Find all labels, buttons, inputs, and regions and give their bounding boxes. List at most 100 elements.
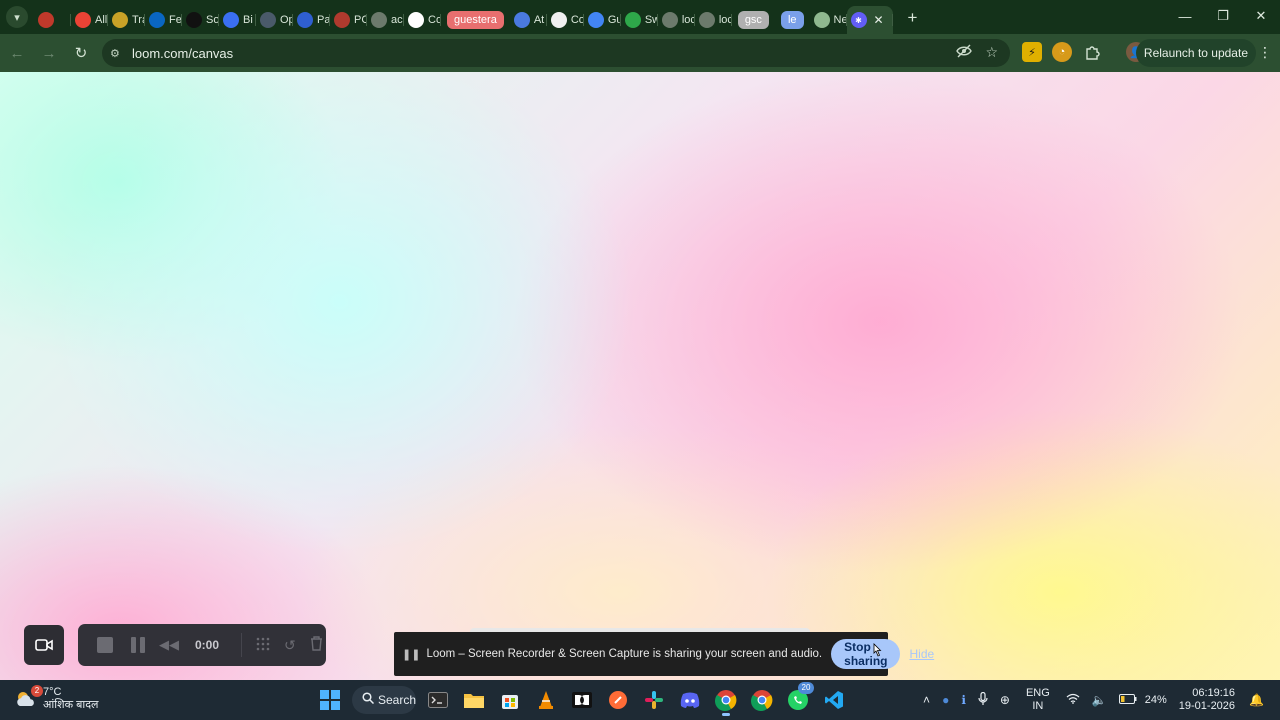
minimize-button[interactable]: — — [1166, 0, 1204, 32]
close-window-button[interactable]: ✕ — [1242, 0, 1280, 32]
tab-title: At — [533, 14, 545, 26]
network-globe-icon[interactable]: ⊕ — [1000, 693, 1010, 707]
tab-group-chip[interactable]: gsc — [737, 11, 769, 29]
video-camera-icon — [35, 639, 53, 651]
w-logo-icon — [408, 12, 424, 28]
pause-recording-button[interactable] — [131, 637, 145, 653]
battery-icon[interactable] — [1118, 693, 1137, 707]
browser-tab[interactable]: Sw — [621, 6, 658, 34]
notification-badge: 2 — [31, 685, 43, 697]
restart-icon[interactable]: ↺ — [284, 637, 296, 654]
postman-icon — [609, 691, 627, 709]
rewind-icon[interactable]: ◀◀ — [159, 637, 179, 653]
drawing-grid-icon[interactable] — [256, 637, 270, 654]
vlc-app[interactable] — [530, 684, 562, 716]
vscode-app[interactable] — [818, 684, 850, 716]
postman-app[interactable] — [602, 684, 634, 716]
browser-tab[interactable]: Co — [404, 6, 441, 34]
extensions-puzzle-icon[interactable] — [1082, 42, 1102, 62]
maximize-button[interactable]: ❐ — [1204, 0, 1242, 32]
slack-app[interactable] — [638, 684, 670, 716]
back-button[interactable]: ← — [2, 38, 32, 68]
store-app[interactable] — [494, 684, 526, 716]
browser-tab[interactable] — [34, 6, 71, 34]
tab-title: All — [95, 14, 108, 26]
wifi-icon[interactable] — [1066, 693, 1080, 707]
discord-app[interactable] — [674, 684, 706, 716]
tab-strip: ▾ All Tra Fe So Bi Op Pa PC ac Co guestera At Co Gu Sw… — [0, 0, 1280, 34]
tab-title: Sw — [644, 14, 658, 26]
chevron-up-icon[interactable]: ˄ — [923, 693, 930, 707]
weather-widget[interactable]: 2 7°C आंशिक बादल — [14, 685, 99, 712]
browser-tab[interactable]: loc — [658, 6, 695, 34]
system-tray: ˄ ● ℹ ⊕ ENG IN 🔈 24% 06:19:16 19-01-2026… — [917, 684, 1270, 716]
active-browser-tab[interactable]: ✱ ✕ — [846, 6, 893, 34]
volume-icon[interactable]: 🔈 — [1092, 693, 1107, 707]
browser-tab[interactable]: So — [182, 6, 219, 34]
browser-tab[interactable]: Op — [256, 6, 293, 34]
tab-group-chip[interactable]: le — [780, 11, 804, 29]
dolby-icon — [572, 692, 592, 708]
address-bar[interactable]: ⚙ loom.com/canvas ☆ — [102, 39, 1010, 67]
weather-text: 7°C आंशिक बादल — [43, 686, 99, 712]
record-icon — [38, 12, 54, 28]
tab-group-chip[interactable]: guestera — [447, 11, 504, 29]
file-explorer-app[interactable] — [458, 684, 490, 716]
tab-search-button[interactable]: ▾ — [6, 6, 28, 28]
weather-temp: 7°C — [43, 686, 62, 698]
globe-icon — [661, 12, 678, 28]
tab-title: Co — [428, 14, 441, 26]
browser-tab[interactable]: All — [71, 6, 108, 34]
taskbar-search[interactable]: Search — [352, 686, 416, 714]
notification-bell-icon[interactable]: 🔔 — [1249, 693, 1264, 707]
trash-icon[interactable] — [310, 636, 323, 654]
relaunch-button[interactable]: Relaunch to update — [1135, 39, 1256, 67]
close-tab-icon[interactable]: ✕ — [874, 13, 884, 27]
triangle-logo-icon — [223, 12, 239, 28]
browser-tab[interactable]: At — [510, 6, 547, 34]
extension-timer-icon[interactable]: ◔ — [1052, 42, 1072, 62]
language-indicator[interactable]: ENG IN — [1026, 687, 1050, 713]
hide-link[interactable]: Hide — [909, 647, 934, 661]
site-settings-icon[interactable]: ⚙ — [110, 47, 130, 60]
reload-button[interactable]: ↻ — [66, 38, 96, 68]
browser-tab[interactable]: PC — [330, 6, 367, 34]
language-top: ENG — [1025, 687, 1050, 699]
tab-title: Pa — [317, 14, 330, 26]
docs-icon — [587, 12, 604, 28]
clock[interactable]: 06:19:16 19-01-2026 — [1179, 687, 1235, 713]
browser-tab[interactable]: Co — [547, 6, 584, 34]
browser-tab[interactable]: Bi — [219, 6, 256, 34]
restore-icon: ❐ — [1217, 8, 1229, 23]
in-circle-icon — [260, 12, 276, 28]
whatsapp-app[interactable]: 20 — [782, 682, 814, 716]
new-tab-button[interactable]: + — [901, 6, 925, 30]
bookmark-star-icon[interactable]: ☆ — [985, 44, 998, 61]
tray-app-blue-icon[interactable]: ● — [942, 693, 949, 707]
stop-sharing-button[interactable]: Stop sharing — [831, 639, 901, 669]
browser-tab[interactable]: Ne — [810, 6, 847, 34]
camera-toggle-button[interactable] — [24, 625, 64, 665]
browser-tab[interactable]: ac — [367, 6, 404, 34]
browser-tab[interactable]: Pa — [293, 6, 330, 34]
divider — [241, 633, 243, 657]
arrow-right-icon: → — [41, 44, 57, 62]
minimize-icon: — — [1178, 8, 1192, 24]
browser-tab[interactable]: Gu — [584, 6, 621, 34]
tray-info-icon[interactable]: ℹ — [961, 693, 966, 707]
chrome-profile-app[interactable] — [746, 684, 778, 716]
forward-button[interactable]: → — [34, 38, 64, 68]
more-menu-icon[interactable]: ⋮ — [1258, 44, 1272, 61]
stop-recording-button[interactable] — [97, 637, 113, 653]
dolby-app[interactable] — [566, 684, 598, 716]
terminal-app[interactable] — [422, 684, 454, 716]
chrome-app[interactable] — [710, 684, 742, 716]
extension-notes-icon[interactable]: ⚡ — [1022, 42, 1042, 62]
browser-tab[interactable]: Tra — [108, 6, 145, 34]
start-button[interactable] — [314, 684, 346, 716]
browser-tab[interactable]: loc — [695, 6, 732, 34]
browser-tab[interactable]: Fe — [145, 6, 182, 34]
eye-off-icon[interactable] — [956, 44, 972, 61]
microphone-icon[interactable] — [978, 691, 988, 709]
recording-timer: 0:00 — [195, 638, 220, 652]
